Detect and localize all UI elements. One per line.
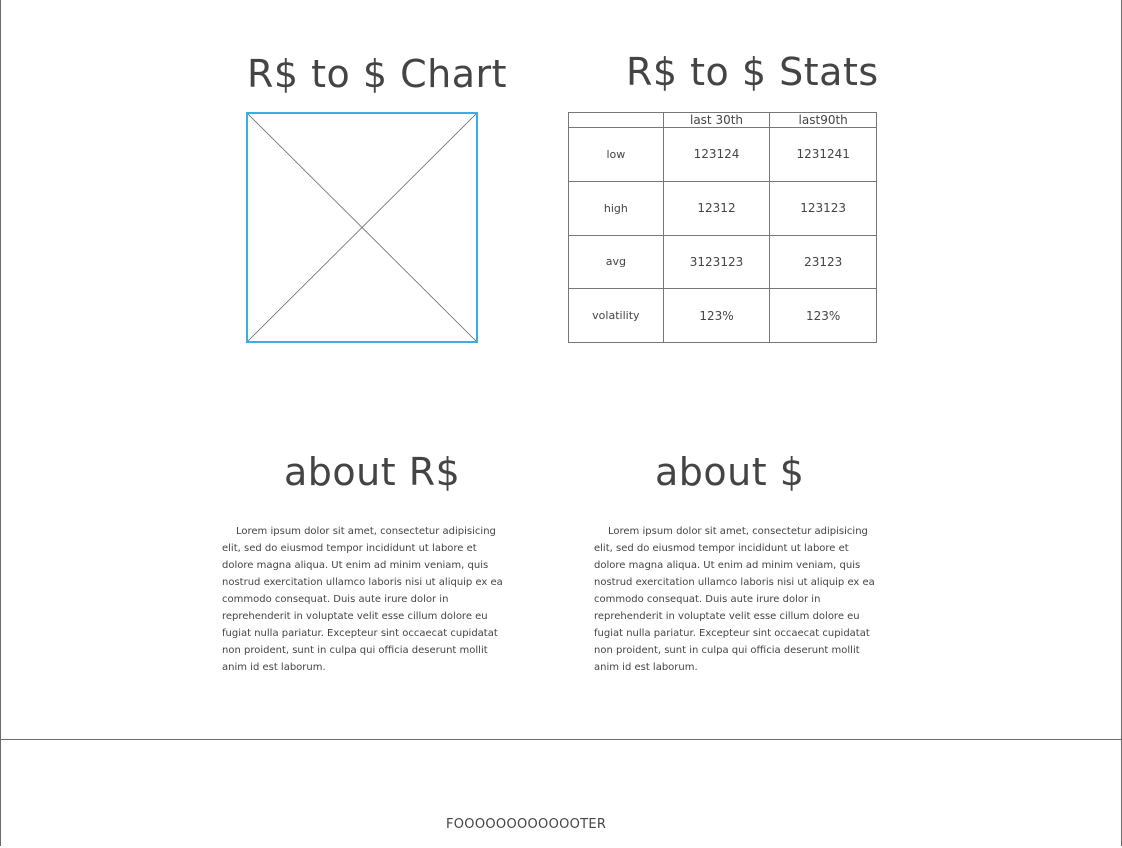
chart-image-placeholder [246,112,478,343]
table-row: volatility 123% 123% [568,288,877,343]
cell-high-last30: 12312 [662,180,771,236]
about-dollar-title: about $ [655,450,805,494]
table-header-last90: last90th [769,112,877,128]
cell-low-last30: 123124 [662,127,771,182]
row-label-volatility: volatility [568,288,664,343]
table-row: low 123124 1231241 [568,127,877,182]
about-real-title: about R$ [284,450,461,494]
about-real-text: Lorem ipsum dolor sit amet, consectetur … [222,526,503,673]
page-frame [0,0,1122,846]
cell-avg-last30: 3123123 [662,234,771,290]
footer-text: FOOOOOOOOOOOOTER [446,817,607,832]
table-row: avg 3123123 23123 [568,234,877,290]
cell-low-last90: 1231241 [769,127,877,182]
chart-title: R$ to $ Chart [247,52,508,96]
stats-table: last 30th last90th low 123124 1231241 hi… [568,112,877,343]
row-label-low: low [568,127,664,182]
cell-volatility-last30: 123% [662,288,771,343]
cell-volatility-last90: 123% [769,288,877,343]
row-label-avg: avg [568,234,664,290]
cell-avg-last90: 23123 [769,234,877,290]
row-label-high: high [568,180,664,236]
stats-title: R$ to $ Stats [626,50,879,94]
placeholder-cross-icon [248,114,476,341]
cell-high-last90: 123123 [769,180,877,236]
table-header-empty [568,112,664,128]
table-header-row: last 30th last90th [568,112,877,128]
table-header-last30: last 30th [662,112,771,128]
about-dollar-text: Lorem ipsum dolor sit amet, consectetur … [594,526,875,673]
table-row: high 12312 123123 [568,180,877,236]
footer-divider [0,739,1122,740]
